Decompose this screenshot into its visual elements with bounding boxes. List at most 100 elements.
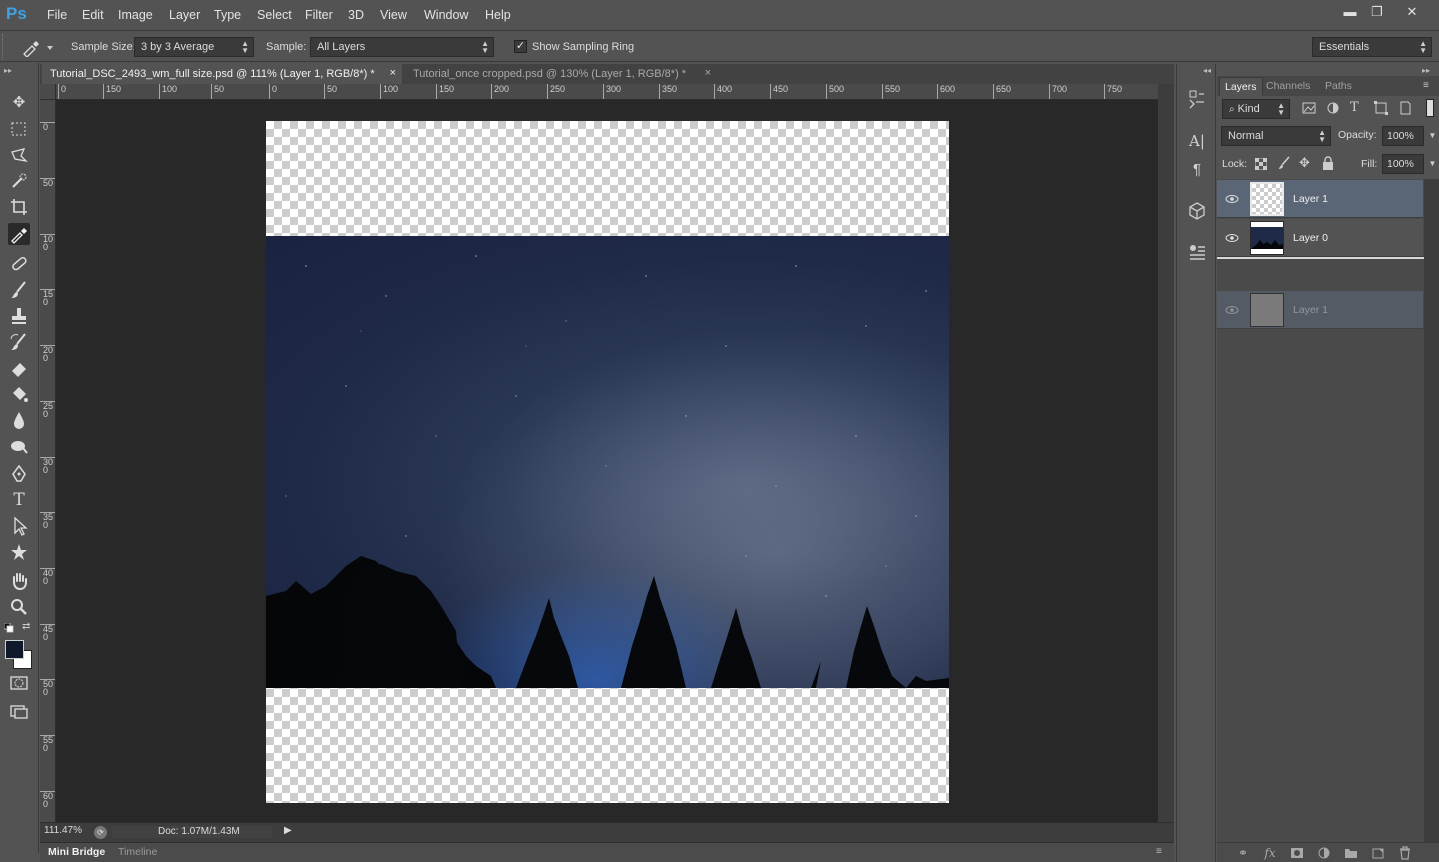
- tab-timeline[interactable]: Timeline: [118, 846, 157, 858]
- options-grip[interactable]: [2, 34, 8, 60]
- add-mask-icon[interactable]: [1289, 846, 1305, 860]
- lock-position-icon[interactable]: ✥: [1299, 156, 1313, 170]
- folder-icon[interactable]: [1343, 846, 1359, 860]
- ruler-origin[interactable]: [40, 84, 56, 100]
- dodge-tool-icon[interactable]: [8, 435, 30, 457]
- brush-tool-icon[interactable]: [8, 279, 30, 301]
- layer-row-layer-0[interactable]: Layer 0: [1217, 219, 1423, 257]
- panel-menu-icon[interactable]: ≡: [1423, 80, 1429, 91]
- spot-healing-tool-icon[interactable]: [8, 253, 30, 275]
- collapse-dock-icon[interactable]: ◂◂: [1203, 66, 1211, 75]
- document-canvas[interactable]: [266, 121, 949, 803]
- zoom-level-field[interactable]: 111.47%: [44, 825, 82, 836]
- history-panel-icon[interactable]: [1186, 88, 1208, 110]
- adjustment-layer-icon[interactable]: [1316, 846, 1332, 860]
- zoom-tool-icon[interactable]: [8, 596, 30, 618]
- bottom-panel-menu-icon[interactable]: ≡: [1156, 846, 1162, 857]
- character-panel-icon[interactable]: A|: [1186, 130, 1208, 152]
- lock-pixels-icon[interactable]: [1277, 156, 1291, 170]
- type-tool-icon[interactable]: T: [8, 489, 30, 511]
- fx-icon[interactable]: fx: [1262, 846, 1278, 860]
- filter-smart-object-icon[interactable]: [1398, 101, 1412, 115]
- filter-kind-select[interactable]: ⌕ Kind ▲ ▼: [1222, 99, 1290, 119]
- filter-pixel-icon[interactable]: [1302, 101, 1316, 115]
- document-tab-full-size[interactable]: Tutorial_DSC_2493_wm_full size.psd @ 111…: [42, 64, 402, 84]
- menu-help[interactable]: Help: [485, 8, 511, 22]
- filter-toggle-switch[interactable]: [1426, 99, 1434, 117]
- layers-scrollbar[interactable]: [1424, 179, 1439, 862]
- crop-tool-icon[interactable]: [8, 196, 30, 218]
- menu-select[interactable]: Select: [257, 8, 292, 22]
- swap-colors-icon[interactable]: ⇄: [22, 621, 30, 632]
- horizontal-ruler[interactable]: 0 150 100 50 0 50 100 150 200 250 300 35…: [56, 84, 1158, 100]
- pen-tool-icon[interactable]: [8, 463, 30, 485]
- menu-file[interactable]: File: [47, 8, 67, 22]
- layer-name[interactable]: Layer 0: [1293, 232, 1328, 244]
- restore-button[interactable]: ❐: [1365, 3, 1389, 21]
- lock-all-icon[interactable]: [1321, 156, 1335, 170]
- tab-layers[interactable]: Layers: [1219, 77, 1263, 96]
- filter-adjustment-icon[interactable]: [1326, 101, 1340, 115]
- minimize-button[interactable]: ▬: [1338, 3, 1362, 21]
- menu-edit[interactable]: Edit: [82, 8, 104, 22]
- blend-mode-select[interactable]: Normal ▲ ▼: [1221, 126, 1331, 146]
- visibility-eye-icon[interactable]: [1225, 231, 1239, 245]
- collapse-tools-icon[interactable]: ▸▸: [4, 66, 12, 75]
- visibility-eye-icon[interactable]: [1225, 192, 1239, 206]
- properties-panel-icon[interactable]: [1186, 240, 1208, 262]
- workspace-switcher[interactable]: Essentials ▲ ▼: [1312, 37, 1432, 57]
- custom-shape-tool-icon[interactable]: [8, 541, 30, 563]
- menu-image[interactable]: Image: [118, 8, 153, 22]
- document-tab-once-cropped[interactable]: Tutorial_once cropped.psd @ 130% (Layer …: [405, 64, 717, 84]
- status-share-icon[interactable]: ⟳: [94, 826, 107, 839]
- filter-type-icon[interactable]: T: [1350, 100, 1359, 115]
- move-tool-icon[interactable]: ✥: [8, 92, 30, 114]
- lasso-tool-icon[interactable]: [8, 144, 30, 166]
- layer-row-layer-1[interactable]: Layer 1: [1217, 180, 1423, 218]
- vertical-ruler[interactable]: 0 50 100 150 200 250 300 350 400 450 500…: [40, 100, 56, 822]
- close-button[interactable]: ✕: [1400, 3, 1424, 21]
- menu-layer[interactable]: Layer: [169, 8, 200, 22]
- paragraph-panel-icon[interactable]: ¶: [1186, 159, 1208, 181]
- 3d-panel-icon[interactable]: [1186, 200, 1208, 222]
- marquee-tool-icon[interactable]: [8, 118, 30, 140]
- show-sampling-ring-checkbox[interactable]: ✓: [514, 40, 527, 53]
- menu-view[interactable]: View: [380, 8, 407, 22]
- quick-selection-tool-icon[interactable]: [8, 170, 30, 192]
- screen-mode-icon[interactable]: [8, 700, 30, 722]
- lock-transparency-icon[interactable]: [1255, 158, 1267, 170]
- history-brush-tool-icon[interactable]: [8, 331, 30, 353]
- tab-mini-bridge[interactable]: Mini Bridge: [48, 846, 105, 858]
- blur-tool-icon[interactable]: [8, 409, 30, 431]
- layer-name[interactable]: Layer 1: [1293, 193, 1328, 205]
- clone-stamp-tool-icon[interactable]: [8, 305, 30, 327]
- sample-size-select[interactable]: 3 by 3 Average ▲ ▼: [134, 37, 254, 57]
- eraser-tool-icon[interactable]: [8, 357, 30, 379]
- foreground-color-swatch[interactable]: [5, 640, 24, 659]
- filter-shape-icon[interactable]: [1374, 101, 1388, 115]
- opacity-field[interactable]: 100%: [1382, 126, 1424, 146]
- new-layer-icon[interactable]: [1370, 846, 1386, 860]
- status-menu-arrow-icon[interactable]: ▶: [284, 825, 296, 839]
- close-tab-icon[interactable]: ×: [390, 67, 396, 79]
- hand-tool-icon[interactable]: [8, 570, 30, 592]
- tab-paths[interactable]: Paths: [1320, 77, 1357, 95]
- quick-mask-icon[interactable]: [8, 672, 30, 694]
- vertical-scrollbar[interactable]: [1158, 84, 1174, 822]
- tab-channels[interactable]: Channels: [1261, 77, 1315, 95]
- menu-window[interactable]: Window: [424, 8, 468, 22]
- collapse-panel-icon[interactable]: ▸▸: [1422, 66, 1430, 75]
- menu-3d[interactable]: 3D: [348, 8, 364, 22]
- path-selection-tool-icon[interactable]: [8, 515, 30, 537]
- paint-bucket-tool-icon[interactable]: [8, 383, 30, 405]
- menu-type[interactable]: Type: [214, 8, 241, 22]
- close-tab-icon[interactable]: ×: [705, 67, 711, 79]
- fill-field[interactable]: 100%: [1382, 154, 1424, 174]
- opacity-slider-arrow-icon[interactable]: ▼: [1426, 126, 1439, 146]
- fill-slider-arrow-icon[interactable]: ▼: [1426, 154, 1439, 174]
- default-colors-icon[interactable]: [4, 623, 14, 633]
- sample-select[interactable]: All Layers ▲ ▼: [310, 37, 494, 57]
- menu-filter[interactable]: Filter: [305, 8, 333, 22]
- link-layers-icon[interactable]: ⚭: [1235, 846, 1251, 860]
- trash-icon[interactable]: [1397, 846, 1413, 860]
